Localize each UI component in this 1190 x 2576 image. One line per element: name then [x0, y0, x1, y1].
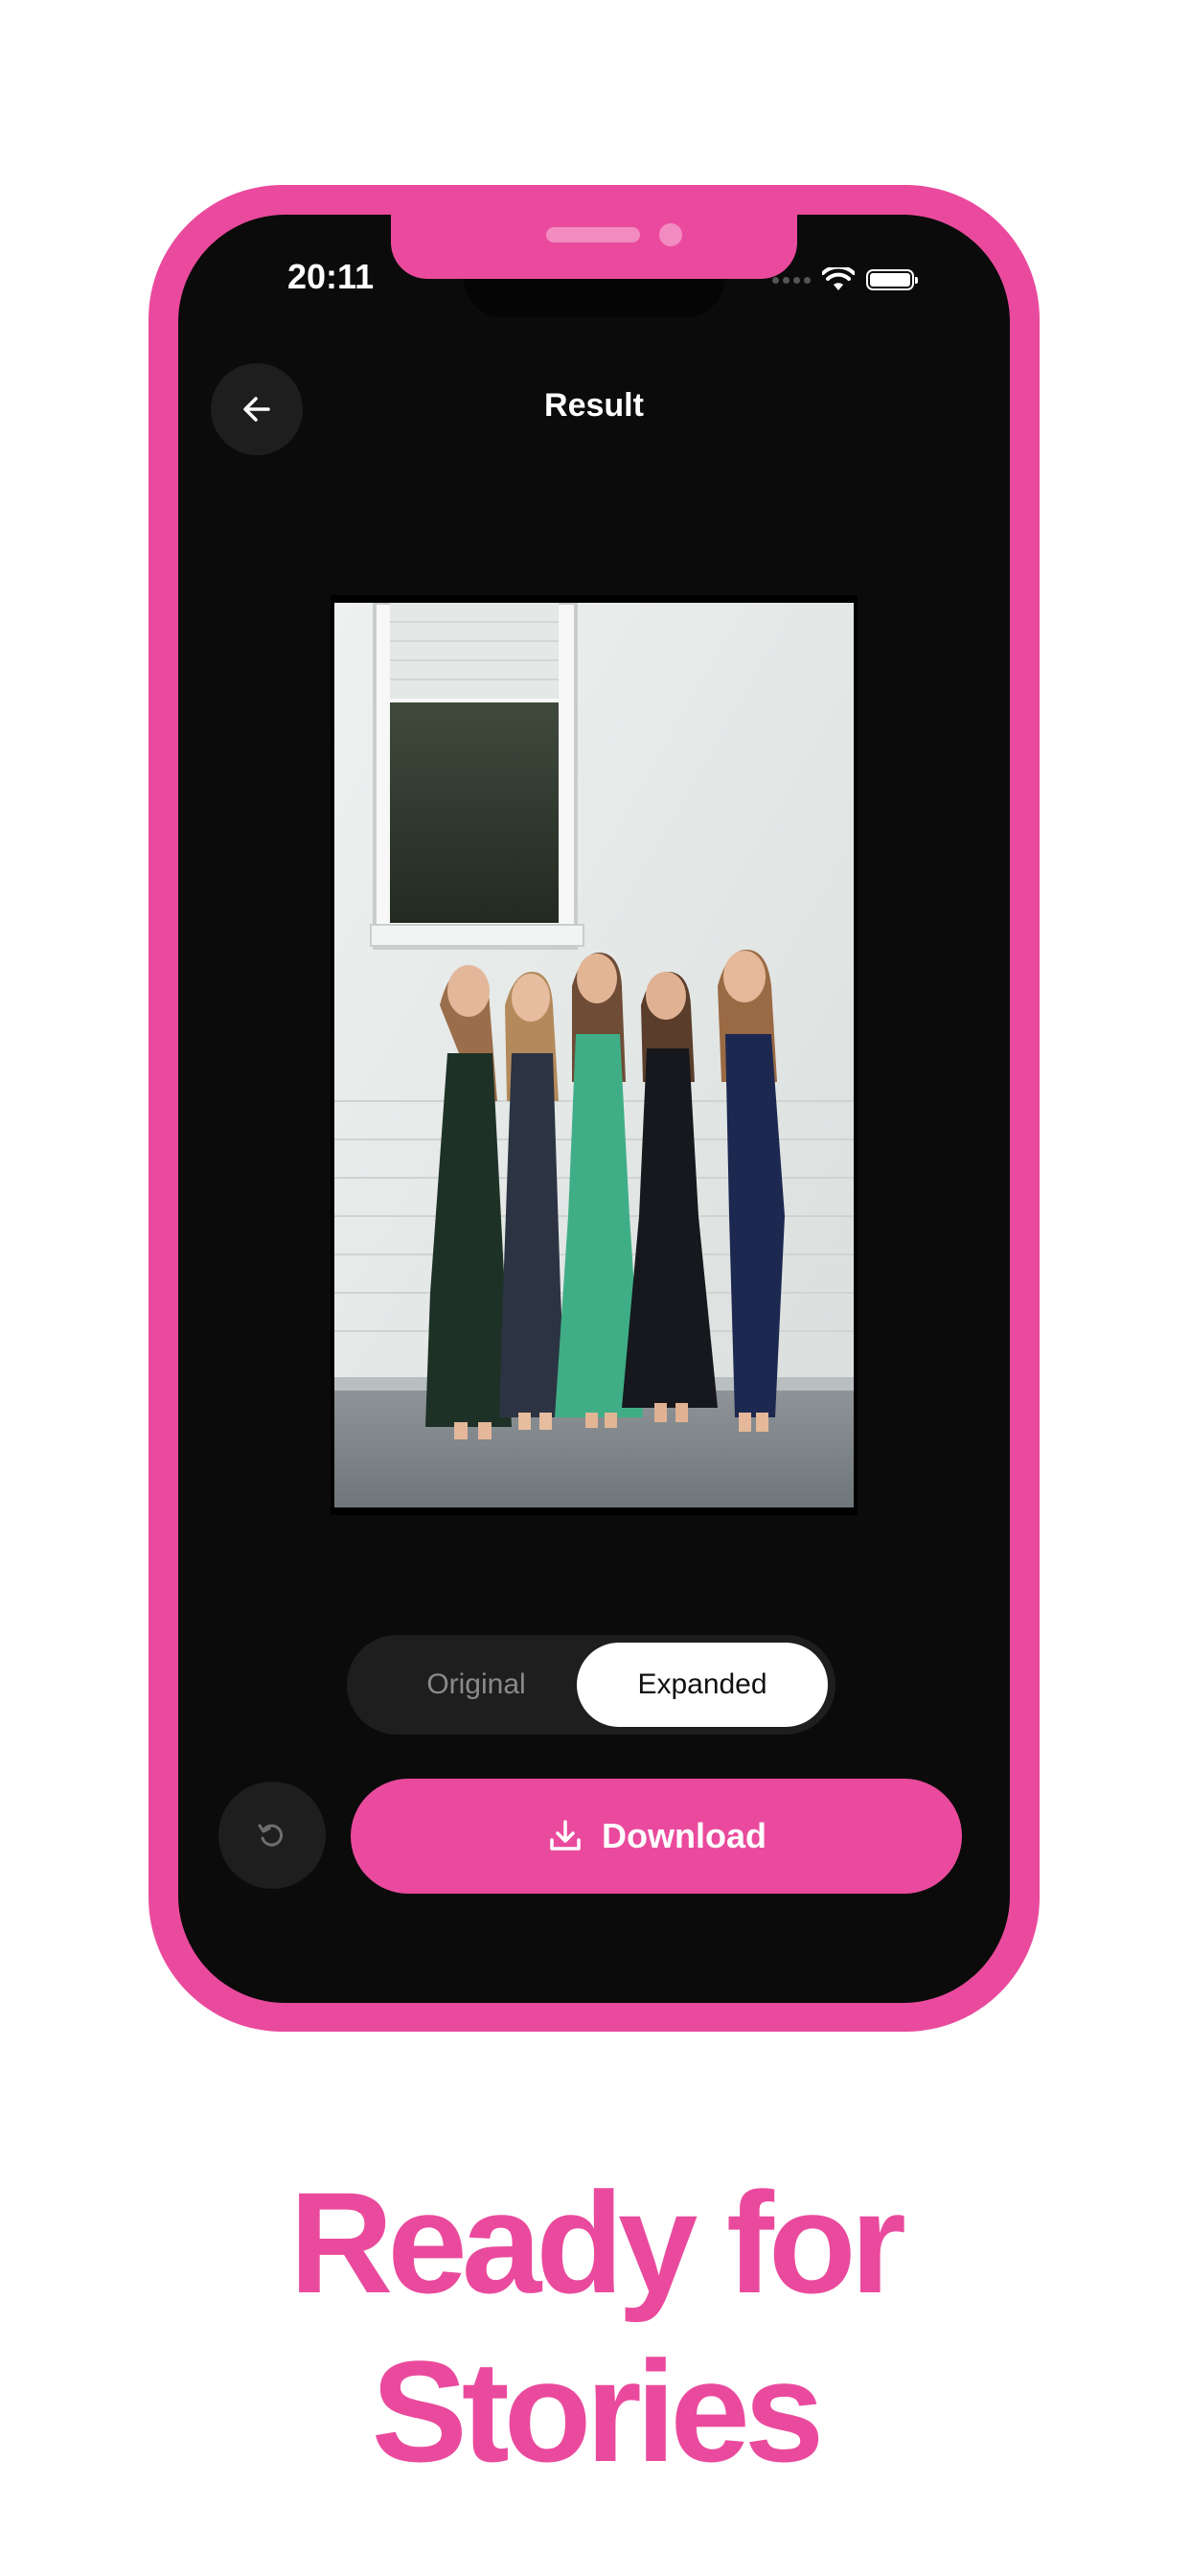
phone-notch: [391, 204, 797, 279]
status-time: 20:11: [287, 257, 375, 296]
reset-button[interactable]: [218, 1782, 326, 1889]
result-image-frame: [331, 595, 858, 1515]
wifi-icon: [822, 267, 855, 290]
page-title: Result: [544, 387, 644, 424]
undo-icon: [258, 1824, 284, 1847]
marketing-caption: Ready for Stories: [0, 2158, 1190, 2496]
view-toggle: Original Expanded: [347, 1635, 835, 1735]
battery-icon: [866, 269, 918, 290]
speaker-grille: [546, 227, 640, 242]
result-photo: [334, 603, 854, 1507]
status-icons: [772, 263, 918, 297]
caption-line-1: Ready for: [289, 2162, 906, 2323]
download-label: Download: [602, 1816, 767, 1855]
notch-cutout: [464, 273, 724, 317]
download-icon: [550, 1820, 581, 1851]
toggle-expanded[interactable]: Expanded: [577, 1643, 828, 1727]
download-button[interactable]: Download: [351, 1779, 962, 1894]
back-button[interactable]: [211, 363, 303, 455]
front-camera: [659, 223, 682, 246]
caption-line-2: Stories: [371, 2331, 825, 2492]
arrow-left-icon: [243, 397, 270, 422]
cellular-signal-icon: [772, 276, 811, 284]
toggle-original[interactable]: Original: [356, 1643, 596, 1727]
